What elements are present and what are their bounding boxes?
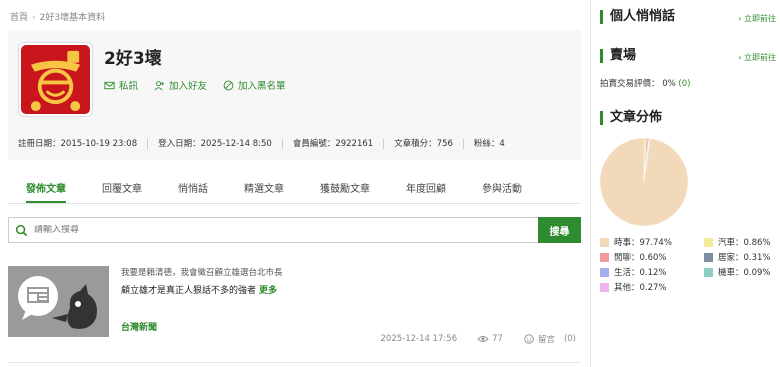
legend-label: 時事：97.74% bbox=[614, 238, 672, 248]
news-thumbnail-icon bbox=[8, 266, 109, 337]
divider bbox=[8, 362, 581, 363]
article-distribution-pie bbox=[599, 137, 689, 227]
search-bar: 搜尋 bbox=[8, 217, 581, 243]
legend-label: 閒聊：0.60% bbox=[614, 253, 667, 263]
breadcrumb-current: 2好3壞基本資料 bbox=[39, 13, 106, 23]
legend-item: 時事：97.74% bbox=[600, 236, 672, 248]
post-excerpt-text: 顧立雄才是真正人狠話不多的強者 bbox=[121, 286, 257, 296]
profile-stats: 註冊日期：2015-10-19 23:08 登入日期：2025-12-14 8:… bbox=[18, 139, 515, 149]
legend-item: 生活：0.12% bbox=[600, 266, 667, 278]
rating-percent: 0% bbox=[662, 79, 676, 89]
add-friend-button[interactable]: 加入好友 bbox=[154, 78, 207, 92]
article-dist-heading: 文章分佈 bbox=[600, 111, 662, 125]
legend-swatch bbox=[704, 237, 713, 247]
market-heading: 賣場 bbox=[600, 49, 636, 63]
post-date: 2025-12-14 17:56 bbox=[380, 334, 458, 344]
legend-item: 汽車：0.86% bbox=[704, 236, 771, 248]
post-views: 77 bbox=[477, 334, 503, 344]
legend-swatch bbox=[704, 267, 713, 277]
whisper-heading: 個人悄悄話 bbox=[600, 10, 675, 24]
eye-icon bbox=[477, 336, 489, 342]
legend-label: 居家：0.31% bbox=[718, 253, 771, 263]
legend-swatch bbox=[600, 252, 609, 262]
post-excerpt: 顧立雄才是真正人狠話不多的強者 更多 bbox=[121, 283, 277, 296]
comments-label: 留言 bbox=[537, 335, 555, 345]
legend-item: 居家：0.31% bbox=[704, 251, 771, 263]
more-link[interactable]: 更多 bbox=[259, 286, 277, 296]
legend-label: 生活：0.12% bbox=[614, 268, 667, 278]
breadcrumb-home[interactable]: 首頁 bbox=[10, 13, 28, 23]
legend-swatch bbox=[600, 237, 609, 247]
profile-tabs: 發佈文章 回覆文章 悄悄話 精選文章 獲鼓勵文章 年度回顧 參與活動 bbox=[8, 172, 581, 204]
whisper-go-link[interactable]: 立即前往 bbox=[738, 13, 776, 24]
add-user-icon bbox=[154, 80, 165, 90]
post-item: 我要是賴清德，我會徵召顧立雄選台北市長 顧立雄才是真正人狠話不多的強者 更多 台灣… bbox=[8, 266, 581, 350]
breadcrumb-separator: › bbox=[32, 13, 36, 23]
comments-count: (0) bbox=[563, 334, 576, 344]
legend-label: 機車：0.09% bbox=[718, 268, 771, 278]
tab-whispers[interactable]: 悄悄話 bbox=[178, 172, 208, 203]
legend-swatch bbox=[704, 252, 713, 262]
search-icon bbox=[15, 224, 28, 236]
legend-swatch bbox=[600, 282, 609, 292]
tab-annual-review[interactable]: 年度回顧 bbox=[406, 172, 446, 203]
message-label: 私訊 bbox=[119, 81, 139, 92]
market-rating: 拍賣交易評價： 0% (0) bbox=[600, 77, 690, 89]
tab-posts[interactable]: 發佈文章 bbox=[26, 172, 66, 203]
legend-item: 閒聊：0.60% bbox=[600, 251, 667, 263]
pie-slice-0[interactable] bbox=[599, 137, 689, 227]
avatar-art-icon bbox=[30, 50, 81, 112]
register-date: 註冊日期：2015-10-19 23:08 bbox=[18, 139, 138, 149]
post-comments[interactable]: 留言 (0) bbox=[523, 333, 576, 345]
sidebar-divider bbox=[590, 0, 591, 367]
legend-label: 其他：0.27% bbox=[614, 283, 667, 293]
profile-card: 2好3壞 私訊 加入好友 加入黑名單 註冊日期：2015-10-19 23:08… bbox=[8, 30, 581, 160]
tab-events[interactable]: 參與活動 bbox=[482, 172, 522, 203]
avatar-image bbox=[21, 45, 90, 114]
member-id: 會員編號：2922161 bbox=[281, 139, 383, 149]
profile-actions: 私訊 加入好友 加入黑名單 bbox=[104, 78, 286, 92]
search-button[interactable]: 搜尋 bbox=[538, 217, 581, 243]
rating-label: 拍賣交易評價： bbox=[600, 79, 660, 89]
username: 2好3壞 bbox=[104, 49, 162, 69]
tab-featured[interactable]: 精選文章 bbox=[244, 172, 284, 203]
tab-encouraged[interactable]: 獲鼓勵文章 bbox=[320, 172, 370, 203]
views-count: 77 bbox=[492, 334, 503, 344]
message-button[interactable]: 私訊 bbox=[104, 78, 138, 92]
mail-icon bbox=[104, 81, 115, 89]
login-date: 登入日期：2025-12-14 8:50 bbox=[147, 139, 282, 149]
search-input[interactable] bbox=[34, 225, 434, 235]
legend-item: 機車：0.09% bbox=[704, 266, 771, 278]
legend-label: 汽車：0.86% bbox=[718, 238, 771, 248]
tab-replies[interactable]: 回覆文章 bbox=[102, 172, 142, 203]
post-meta: 2025-12-14 17:56 77 留言 (0) bbox=[381, 333, 577, 345]
add-friend-label: 加入好友 bbox=[169, 81, 208, 92]
comment-icon bbox=[524, 334, 534, 344]
blacklist-button[interactable]: 加入黑名單 bbox=[223, 78, 286, 92]
rating-count[interactable]: (0) bbox=[678, 79, 690, 89]
breadcrumb: 首頁 › 2好3壞基本資料 bbox=[10, 10, 105, 23]
blacklist-label: 加入黑名單 bbox=[238, 81, 286, 92]
search-box bbox=[8, 217, 538, 243]
post-thumbnail[interactable] bbox=[8, 266, 109, 337]
legend-item: 其他：0.27% bbox=[600, 281, 667, 293]
legend-swatch bbox=[600, 267, 609, 277]
market-go-link[interactable]: 立即前往 bbox=[738, 52, 776, 63]
block-icon bbox=[223, 80, 234, 90]
post-title[interactable]: 我要是賴清德，我會徵召顧立雄選台北市長 bbox=[121, 266, 283, 278]
fans-count: 粉絲：4 bbox=[462, 139, 515, 149]
post-board-link[interactable]: 台灣新聞 bbox=[121, 320, 157, 333]
avatar[interactable] bbox=[18, 42, 93, 117]
article-points: 文章積分：756 bbox=[383, 139, 463, 149]
